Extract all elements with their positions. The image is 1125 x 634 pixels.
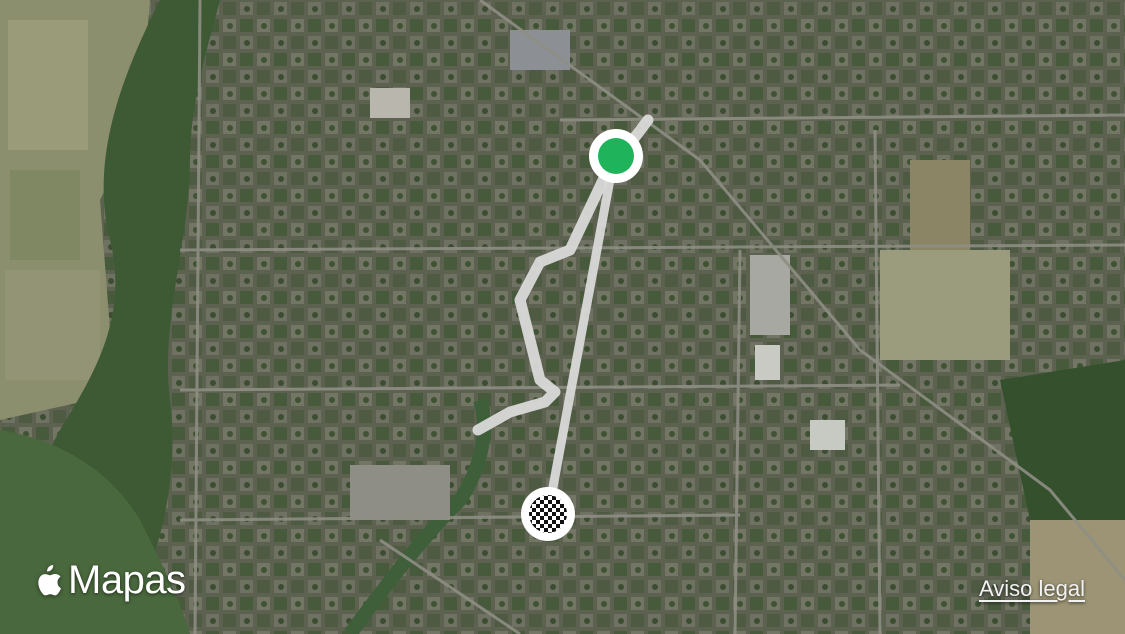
apple-icon — [38, 564, 61, 595]
destination-flag-icon[interactable] — [521, 487, 575, 541]
satellite-map[interactable] — [0, 0, 1125, 634]
brand-label: Mapas — [68, 558, 186, 602]
start-marker[interactable] — [589, 129, 643, 183]
legal-notice-link[interactable]: Aviso legal — [979, 576, 1085, 602]
apple-maps-logo: Mapas — [30, 558, 186, 603]
